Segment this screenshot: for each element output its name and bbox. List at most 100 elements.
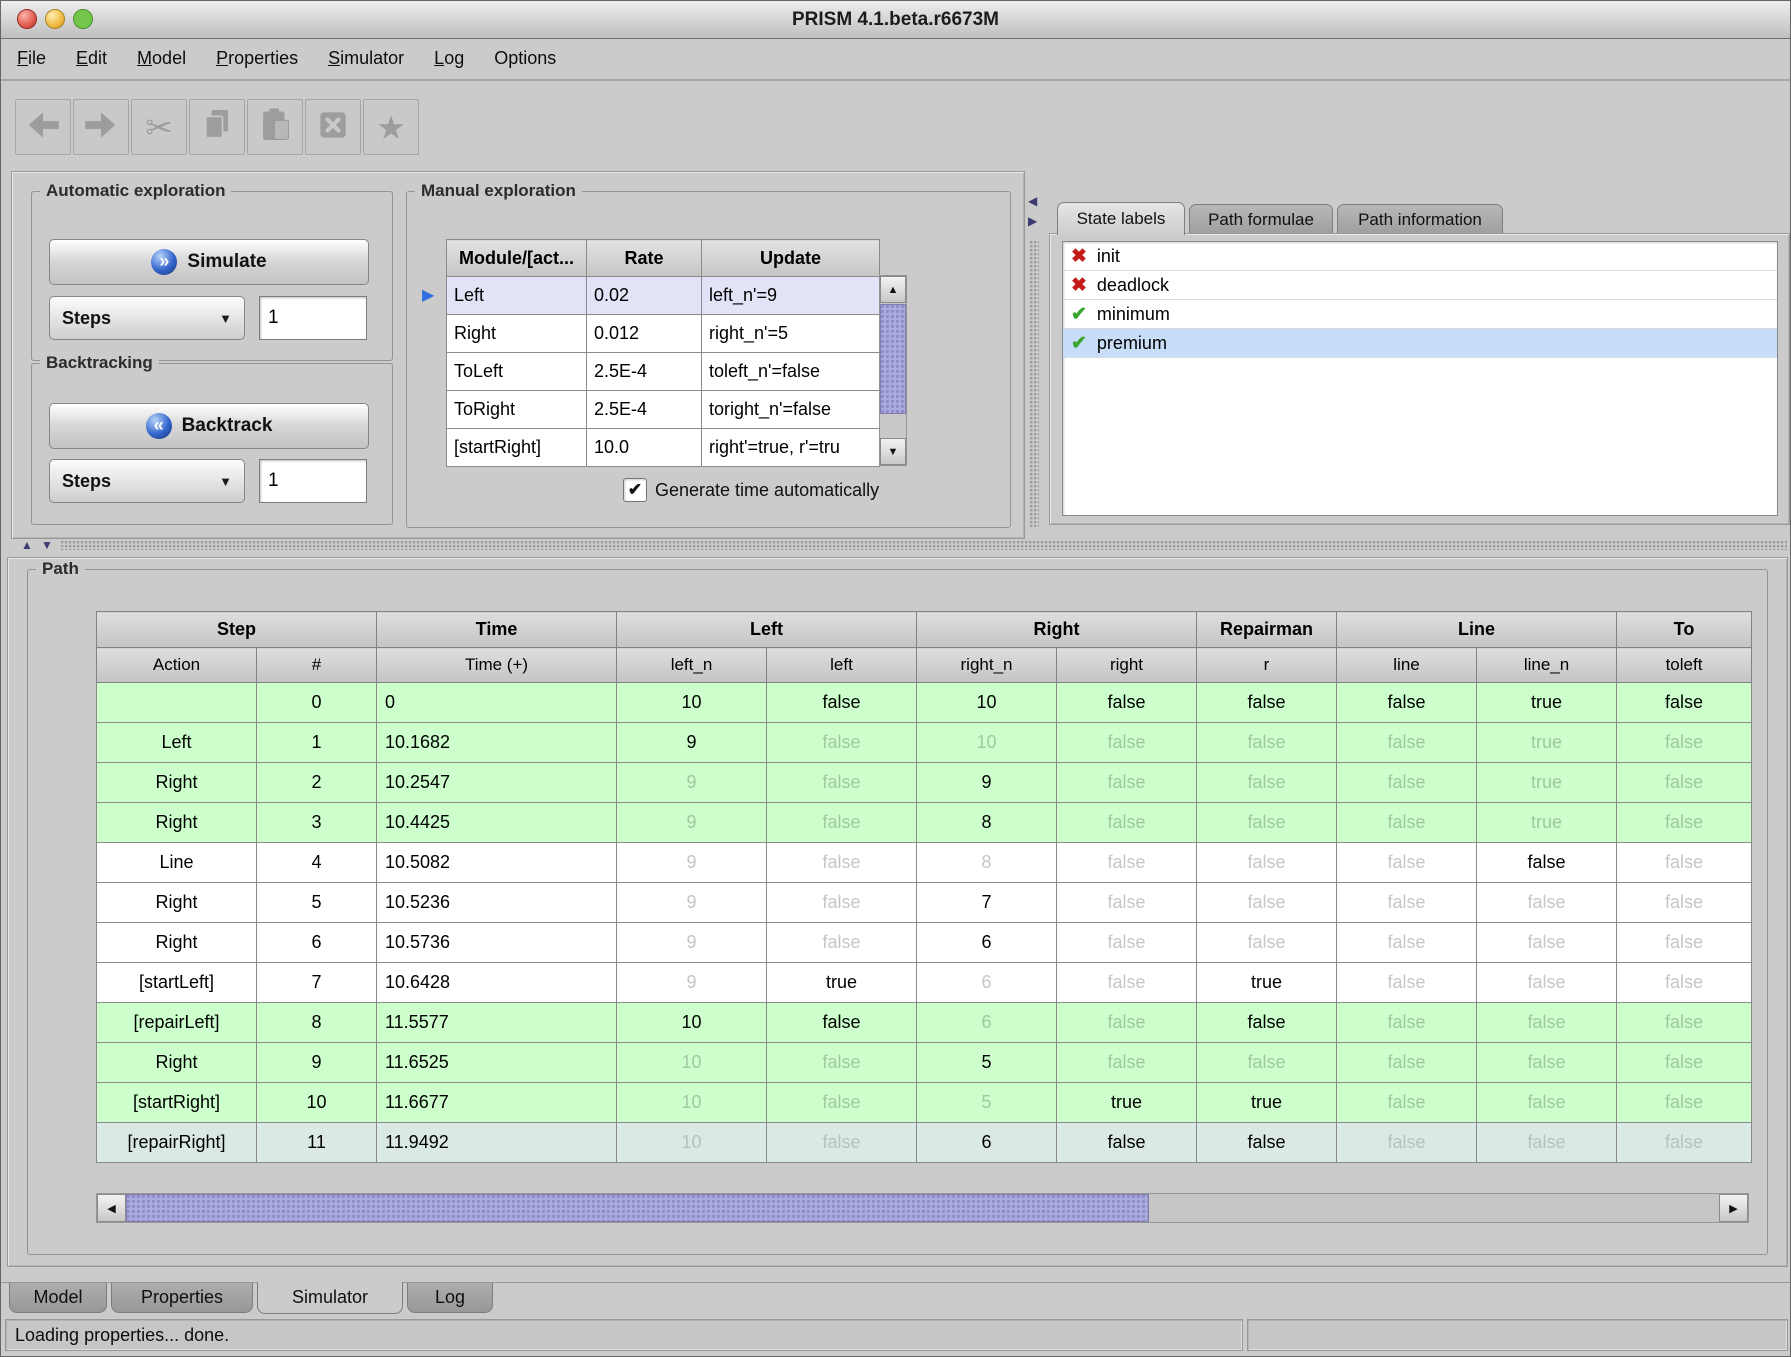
tab-state-labels[interactable]: State labels (1057, 202, 1185, 235)
expand-down-icon[interactable]: ▼ (41, 539, 53, 551)
path-step-row[interactable]: Right310.44259false8falsefalsefalsetruef… (97, 803, 1752, 843)
path-column-header: right_n (917, 648, 1057, 683)
path-cell: 9 (617, 843, 767, 883)
path-cell: false (1617, 1043, 1752, 1083)
menu-edit[interactable]: Edit (76, 48, 107, 69)
state-label-item-init[interactable]: ✖init (1063, 242, 1777, 271)
menu-file[interactable]: File (17, 48, 46, 69)
path-cell: false (1477, 923, 1617, 963)
path-step-row[interactable]: [repairLeft]811.557710false6falsefalsefa… (97, 1003, 1752, 1043)
horizontal-splitter[interactable]: ▲ ▼ (1, 537, 1791, 553)
manual-transition-row[interactable]: [startRight]10.0right'=true, r'=tru (447, 429, 880, 467)
menu-simulator[interactable]: Simulator (328, 48, 404, 69)
collapse-up-icon[interactable]: ▲ (21, 539, 33, 551)
scroll-up-icon[interactable]: ▲ (880, 276, 906, 303)
path-step-row[interactable]: [startLeft]710.64289true6falsetruefalsef… (97, 963, 1752, 1003)
toolbar-button-delete[interactable] (305, 99, 361, 155)
path-cell: 6 (917, 923, 1057, 963)
path-cell: 11.5577 (377, 1003, 617, 1043)
scroll-down-icon[interactable]: ▼ (880, 438, 906, 465)
manual-table-vscrollbar[interactable]: ▲ ▼ (879, 275, 907, 466)
menu-options[interactable]: Options (494, 48, 556, 69)
toolbar-button-copy[interactable] (189, 99, 245, 155)
tab-path-formulae[interactable]: Path formulae (1189, 204, 1333, 235)
selected-transition-pointer-icon: ▶ (422, 285, 434, 305)
path-group-header-left: Left (617, 612, 917, 648)
path-cell: Right (97, 923, 257, 963)
backtrack-steps-input[interactable] (259, 459, 367, 503)
toolbar-button-paste[interactable] (247, 99, 303, 155)
path-cell: false (1337, 923, 1477, 963)
path-step-row[interactable]: Right911.652510false5falsefalsefalsefals… (97, 1043, 1752, 1083)
state-label-name: init (1097, 246, 1120, 267)
toolbar-button-redo-arrow[interactable] (73, 99, 129, 155)
path-step-row[interactable]: [startRight]1011.667710false5truetruefal… (97, 1083, 1752, 1123)
toolbar-button-cut[interactable]: ✂ (131, 99, 187, 155)
tab-path-formulae-label: Path formulae (1208, 210, 1314, 230)
collapse-left-icon[interactable]: ◀ (1028, 195, 1037, 207)
path-cell: 5 (257, 883, 377, 923)
bottom-tab-label: Log (435, 1287, 465, 1308)
bottom-tab-properties[interactable]: Properties (111, 1283, 253, 1313)
path-step-row[interactable]: 0010false10falsefalsefalsetruefalse (97, 683, 1752, 723)
generate-time-checkbox[interactable]: ✔ (623, 478, 647, 502)
backtrack-button[interactable]: « Backtrack (49, 403, 369, 449)
expand-right-icon[interactable]: ▶ (1028, 215, 1037, 227)
path-group-header-repairman: Repairman (1197, 612, 1337, 648)
path-step-row[interactable]: Right610.57369false6falsefalsefalsefalse… (97, 923, 1752, 963)
simulate-steps-input[interactable] (259, 296, 367, 340)
path-cell: 3 (257, 803, 377, 843)
path-cell: [startRight] (97, 1083, 257, 1123)
state-label-item-minimum[interactable]: ✔minimum (1063, 300, 1777, 329)
state-label-item-deadlock[interactable]: ✖deadlock (1063, 271, 1777, 300)
path-step-row[interactable]: Line410.50829false8falsefalsefalsefalsef… (97, 843, 1752, 883)
backtrack-steps-combo[interactable]: Steps ▼ (49, 459, 245, 503)
hscroll-thumb[interactable] (126, 1194, 1149, 1222)
path-step-row[interactable]: Left110.16829false10falsefalsefalsetruef… (97, 723, 1752, 763)
horizontal-splitter-grip[interactable] (61, 541, 1787, 550)
path-group-header-time: Time (377, 612, 617, 648)
path-step-row[interactable]: [repairRight]1111.949210false6falsefalse… (97, 1123, 1752, 1163)
manual-cell: ToLeft (447, 353, 587, 391)
path-step-row[interactable]: Right210.25479false9falsefalsefalsetruef… (97, 763, 1752, 803)
path-cell: true (1477, 723, 1617, 763)
manual-transition-row[interactable]: ToRight2.5E-4toright_n'=false (447, 391, 880, 429)
menu-mnemonic: S (328, 48, 340, 68)
path-step-row[interactable]: Right510.52369false7falsefalsefalsefalse… (97, 883, 1752, 923)
state-label-item-premium[interactable]: ✔premium (1063, 329, 1777, 358)
scroll-left-icon[interactable]: ◀ (97, 1194, 126, 1222)
status-bar-secondary (1247, 1319, 1788, 1351)
manual-transition-row[interactable]: ToLeft2.5E-4toleft_n'=false (447, 353, 880, 391)
path-hscrollbar[interactable]: ◀ ▶ (96, 1193, 1749, 1223)
manual-cell: ToRight (447, 391, 587, 429)
manual-transition-row[interactable]: Right0.012right_n'=5 (447, 315, 880, 353)
simulate-steps-combo[interactable]: Steps ▼ (49, 296, 245, 340)
manual-cell: toleft_n'=false (702, 353, 880, 391)
path-cell: 10 (617, 1003, 767, 1043)
scroll-right-icon[interactable]: ▶ (1719, 1194, 1748, 1222)
toolbar-button-star[interactable]: ★ (363, 99, 419, 155)
vscroll-thumb[interactable] (880, 304, 906, 414)
bottom-tab-log[interactable]: Log (407, 1283, 493, 1313)
manual-table-body: Left0.02left_n'=9Right0.012right_n'=5ToL… (447, 277, 880, 467)
path-cell: Line (97, 843, 257, 883)
simulate-steps-combo-label: Steps (62, 308, 111, 329)
bottom-tab-simulator[interactable]: Simulator (257, 1282, 403, 1314)
manual-transition-row[interactable]: Left0.02left_n'=9 (447, 277, 880, 315)
manual-column-header: Update (702, 240, 880, 277)
menu-log[interactable]: Log (434, 48, 464, 69)
toolbar-button-undo-arrow[interactable] (15, 99, 71, 155)
menu-model[interactable]: Model (137, 48, 186, 69)
state-label-name: minimum (1097, 304, 1170, 325)
path-cell: 0 (377, 683, 617, 723)
bottom-tab-model[interactable]: Model (9, 1283, 107, 1313)
tab-path-information[interactable]: Path information (1337, 204, 1503, 235)
path-cell: false (1057, 923, 1197, 963)
simulate-button[interactable]: » Simulate (49, 239, 369, 285)
menu-properties[interactable]: Properties (216, 48, 298, 69)
path-cell: false (1197, 763, 1337, 803)
vertical-splitter[interactable]: ◀ ▶ (1025, 173, 1045, 535)
path-cell: 10 (917, 723, 1057, 763)
vertical-splitter-grip[interactable] (1030, 241, 1039, 527)
path-cell: Left (97, 723, 257, 763)
